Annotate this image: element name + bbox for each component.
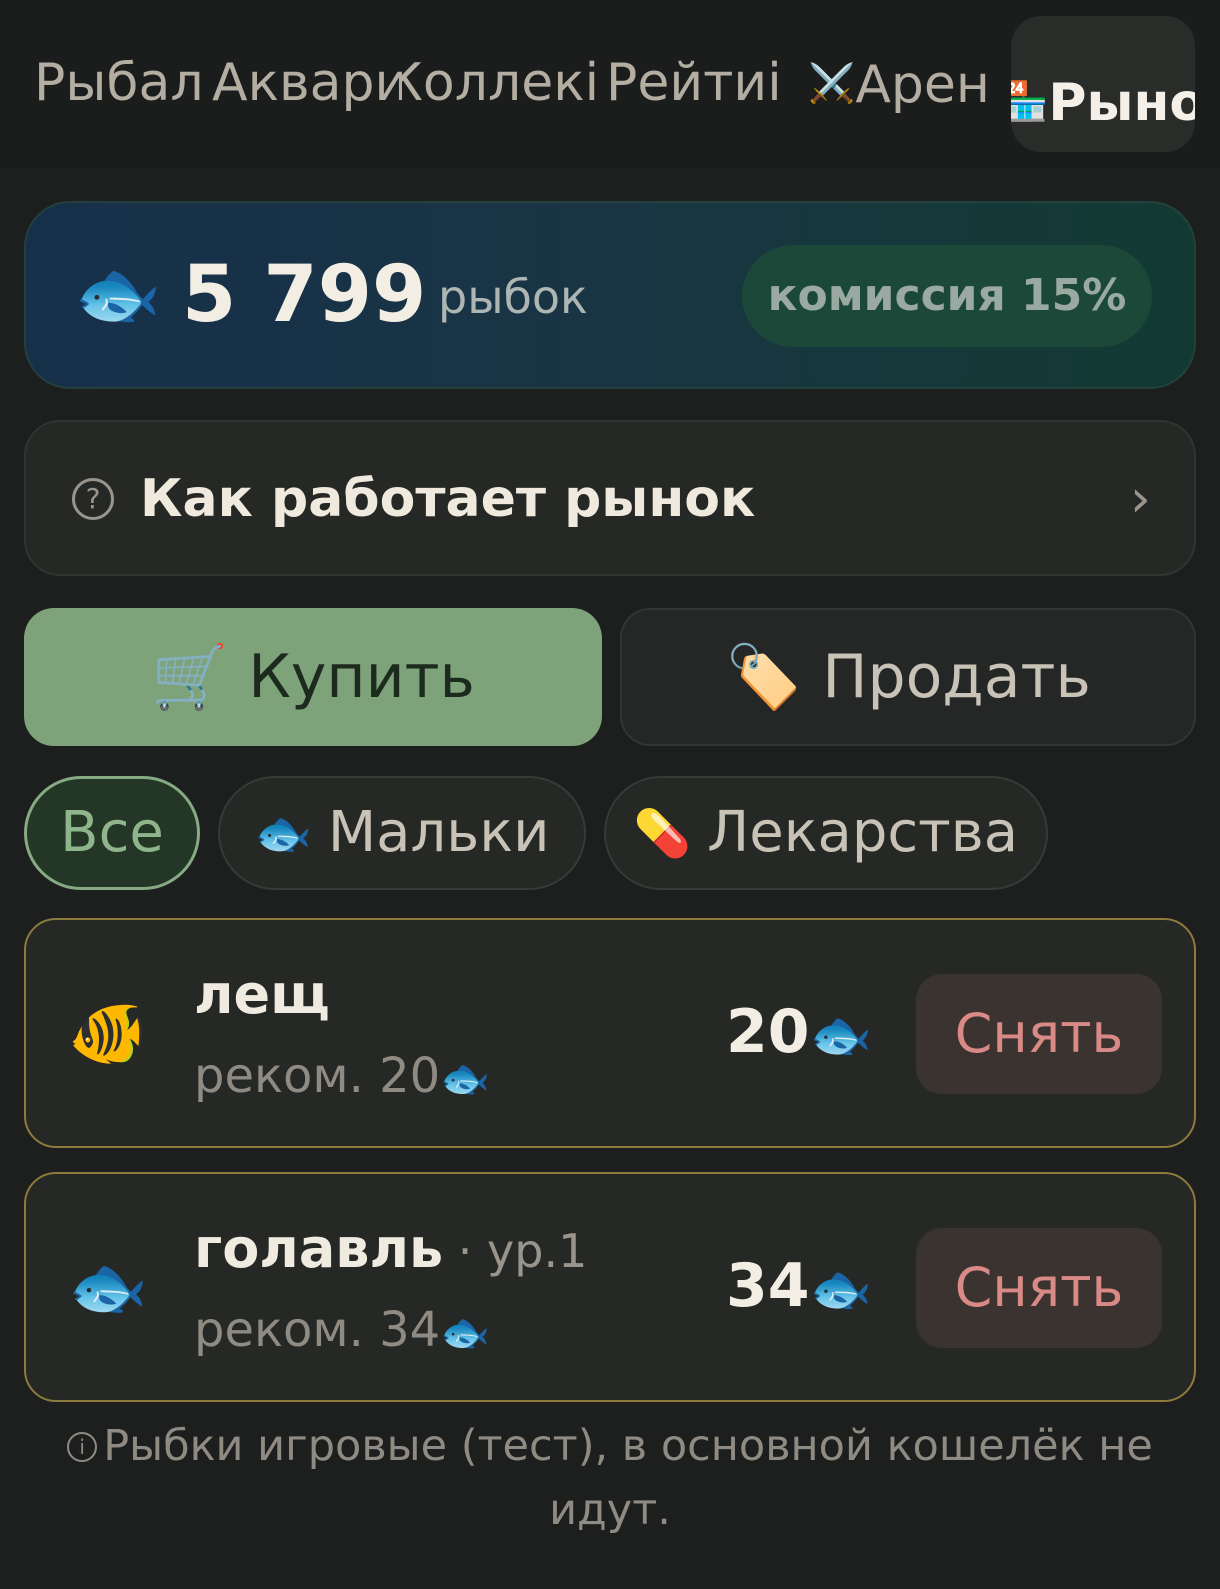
cart-icon: 🛒 [151, 640, 229, 713]
buy-label: Купить [248, 642, 475, 712]
listing-name: лещ [194, 963, 330, 1026]
fish-currency-icon: 🐟 [809, 1006, 872, 1064]
listing-level: · ур.1 [443, 1224, 588, 1278]
filter-label: Лекарства [707, 800, 1019, 865]
balance-card: 🐟 5 799 рыбок комиссия 15% [24, 201, 1196, 389]
remove-listing-button[interactable]: Снять [916, 1228, 1162, 1348]
footnote-text: Рыбки игровые (тест), в основной кошелёк… [103, 1421, 1153, 1535]
commission-badge: комиссия 15% [742, 245, 1152, 347]
filter-label: Мальки [327, 800, 550, 865]
fish-icon: 🐟 [254, 806, 312, 860]
fish-currency-icon: 🐟 [809, 1260, 872, 1318]
tab-label: Аквари [212, 53, 402, 113]
listing-recommended-price: реком. 34🐟 [194, 1302, 490, 1358]
listing-recommended-price: реком. 20🐟 [194, 1048, 490, 1104]
buy-button[interactable]: 🛒 Купить [24, 608, 602, 746]
balance-amount: 5 799 [182, 250, 427, 340]
question-icon: ? [72, 478, 114, 520]
fish-currency-icon: 🐟 [440, 1310, 490, 1356]
listing-item: 🐠 лещ реком. 20🐟 20🐟 Снять [24, 918, 1196, 1148]
tab-label: Арен [855, 55, 990, 115]
footnote: i Рыбки игровые (тест), в основной кошелё… [60, 1414, 1160, 1542]
swords-icon: ⚔️ [808, 61, 856, 105]
listing-price: 20🐟 [726, 997, 872, 1067]
pill-icon: 💊 [633, 806, 692, 860]
info-icon: i [67, 1432, 98, 1462]
listing-price: 34🐟 [726, 1251, 872, 1321]
filter-medicine[interactable]: 💊 Лекарства [604, 776, 1048, 890]
sell-label: Продать [822, 642, 1091, 712]
tab-fishing[interactable]: Рыбал [34, 48, 204, 118]
top-tab-bar: Рыбал Аквари Коллекі Рейтиі ⚔️Арен 🏪Рыно [0, 0, 1220, 168]
sell-button[interactable]: 🏷️ Продать [620, 608, 1196, 746]
market-help-label: Как работает рынок [140, 469, 756, 529]
tab-collection[interactable]: Коллекі [402, 48, 602, 118]
tab-rating[interactable]: Рейтиі [606, 48, 802, 118]
tab-label: Рыно [1048, 73, 1195, 133]
fish-currency-icon: 🐟 [440, 1056, 490, 1102]
tab-arena[interactable]: ⚔️Арен [808, 48, 1004, 118]
listing-name: голавль · ур.1 [194, 1217, 588, 1280]
filter-label: Все [60, 800, 164, 865]
chevron-right-icon: › [1130, 469, 1151, 529]
bream-icon: 🐠 [68, 997, 148, 1071]
filter-all[interactable]: Все [24, 776, 200, 890]
balance-unit: рыбок [438, 270, 588, 324]
tab-label: Коллекі [402, 53, 600, 113]
market-help-row[interactable]: ? Как работает рынок › [24, 420, 1196, 576]
fish-currency-icon: 🐟 [74, 253, 162, 335]
price-tag-icon: 🏷️ [725, 640, 803, 713]
tab-label: Рейтиі [606, 53, 782, 113]
shop-icon: 🏪 [1011, 79, 1049, 123]
listing-item: 🐟 голавль · ур.1 реком. 34🐟 34🐟 Снять [24, 1172, 1196, 1402]
filter-fry[interactable]: 🐟 Мальки [218, 776, 586, 890]
tab-label: Рыбал [34, 53, 204, 113]
tab-aquarium[interactable]: Аквари [212, 48, 402, 118]
chub-icon: 🐟 [68, 1251, 148, 1325]
tab-market[interactable]: 🏪Рыно [1011, 16, 1195, 152]
remove-listing-button[interactable]: Снять [916, 974, 1162, 1094]
